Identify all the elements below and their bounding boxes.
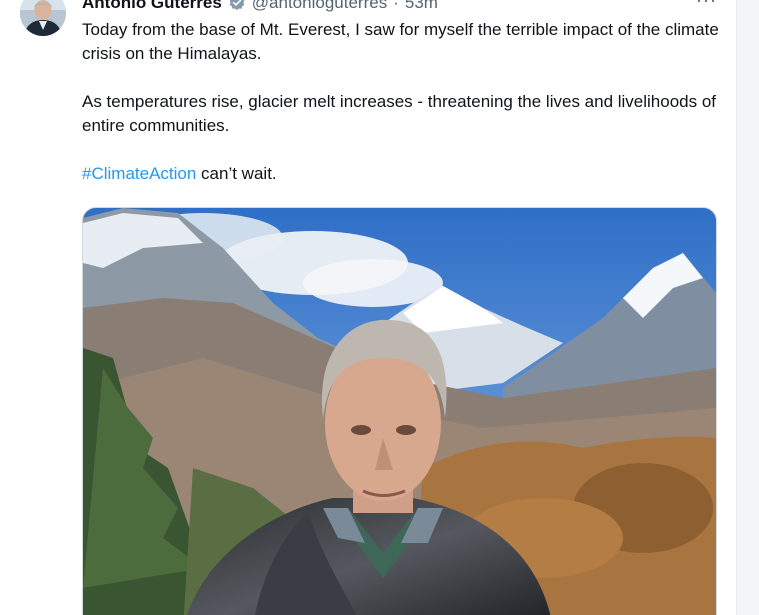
avatar[interactable] — [20, 0, 66, 36]
tweet-text: Today from the base of Mt. Everest, I sa… — [82, 18, 722, 210]
author-handle[interactable]: @antonioguterres — [252, 0, 387, 14]
tweet-timestamp[interactable]: 53m — [405, 0, 438, 14]
verified-badge-icon — [228, 0, 246, 12]
tweet-paragraph-3: #ClimateAction can’t wait. — [82, 162, 722, 186]
tweet-paragraph-3-tail: can’t wait. — [196, 164, 277, 183]
himalaya-video-frame — [83, 208, 716, 615]
header-separator: · — [393, 0, 399, 12]
tweet-header: António Guterres @antonioguterres · 53m — [82, 0, 438, 14]
author-display-name[interactable]: António Guterres — [82, 0, 222, 14]
more-options-icon[interactable]: ··· — [696, 0, 717, 11]
tweet-paragraph-1: Today from the base of Mt. Everest, I sa… — [82, 20, 719, 63]
avatar-portrait-icon — [20, 0, 66, 36]
tweet-page: António Guterres @antonioguterres · 53m … — [0, 0, 759, 615]
right-scroll-gutter — [736, 0, 759, 615]
tweet-paragraph-2: As temperatures rise, glacier melt incre… — [82, 92, 717, 135]
hashtag-link[interactable]: #ClimateAction — [82, 164, 196, 183]
tweet-video-media[interactable] — [82, 207, 717, 615]
